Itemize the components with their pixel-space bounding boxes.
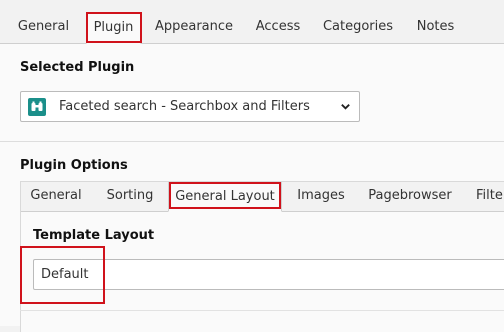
tab-appearance[interactable]: Appearance	[150, 12, 238, 44]
subtab-sorting[interactable]: Sorting	[97, 182, 163, 212]
plugin-select[interactable]: Faceted search - Searchbox and Filters	[20, 91, 360, 122]
bottom-divider	[20, 310, 504, 311]
chevron-down-icon	[341, 104, 350, 110]
template-layout-value: Default	[41, 267, 89, 282]
template-layout-select[interactable]: Default	[33, 259, 504, 290]
plugin-options-heading: Plugin Options	[20, 158, 128, 173]
selected-plugin-heading: Selected Plugin	[20, 60, 135, 75]
tab-plugin[interactable]: Plugin	[86, 12, 141, 44]
record-tabs: General Plugin Appearance Access Categor…	[0, 0, 504, 44]
subtab-general[interactable]: General	[22, 182, 90, 212]
template-layout-label: Template Layout	[33, 228, 155, 243]
subtab-filter[interactable]: Filter	[468, 182, 504, 212]
plugin-select-value: Faceted search - Searchbox and Filters	[59, 99, 310, 114]
subtab-pagebrowser[interactable]: Pagebrowser	[362, 182, 458, 212]
tab-access[interactable]: Access	[248, 12, 308, 44]
section-divider	[0, 141, 504, 142]
tab-notes[interactable]: Notes	[408, 12, 463, 44]
subtab-general-layout[interactable]: General Layout	[168, 182, 282, 212]
tab-categories[interactable]: Categories	[316, 12, 400, 44]
tab-general[interactable]: General	[9, 12, 78, 44]
binoculars-icon	[28, 98, 46, 116]
subtab-images[interactable]: Images	[289, 182, 353, 212]
